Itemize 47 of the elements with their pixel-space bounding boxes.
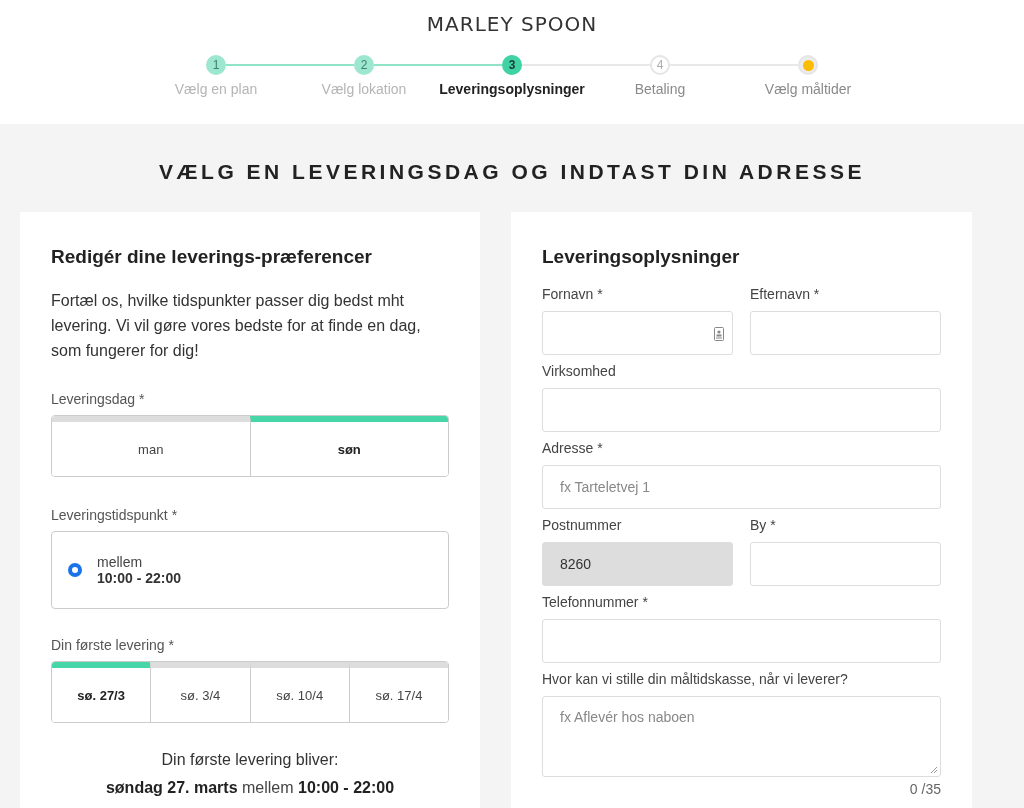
page-title: VÆLG EN LEVERINGSDAG OG INDTAST DIN ADRESSE (158, 160, 866, 184)
step-circle: 2 (354, 55, 374, 75)
contact-card-icon[interactable] (714, 327, 724, 341)
day-option[interactable]: man (52, 416, 250, 476)
input-field[interactable] (542, 388, 941, 432)
summary-title: Din første levering bliver: (160, 751, 340, 769)
input-field[interactable] (750, 542, 941, 586)
time-option[interactable]: mellem 10:00 - 22:00 (51, 531, 449, 609)
step-label: Vælg måltider (764, 81, 852, 97)
input-field[interactable] (542, 311, 733, 355)
field-label: Din første levering * (51, 637, 175, 653)
summary-text: søndag 27. marts mellem 10:00 - 22:00 (104, 779, 396, 797)
step-label: Vælg lokation (321, 81, 407, 97)
time-range: 10:00 - 22:00 (97, 570, 182, 586)
field-label: Postnummer (542, 517, 623, 533)
input-field[interactable] (542, 619, 941, 663)
date-option[interactable]: sø. 17/4 (348, 662, 448, 722)
day-option[interactable]: søn (249, 416, 448, 476)
field-label: Hvor kan vi stille din måltidskasse, når vi leverer? (542, 671, 849, 687)
card-title: Leveringsoplysninger (542, 246, 741, 268)
intro-text: Fortæl os, hvilke tidspunkter passer dig bedst mht levering. Vi vil gøre vores bedste for at finde en dag, som fungerer for dig! (51, 291, 422, 361)
step-circle: 3 (502, 55, 522, 75)
radio-button[interactable] (68, 563, 82, 577)
field-label: By * (750, 517, 777, 533)
card-title: Redigér dine leverings-præferencer (51, 246, 373, 268)
resize-grip-icon[interactable] (930, 766, 938, 774)
input-field[interactable] (750, 311, 941, 355)
step-label: Betaling (634, 81, 686, 97)
character-counter: 0 /35 (908, 781, 941, 797)
step-label: Vælg en plan (174, 81, 258, 97)
step-circle: 4 (650, 55, 670, 75)
field-label: Virksomhed (542, 363, 617, 379)
date-option[interactable]: sø. 27/3 (52, 662, 151, 722)
step-label: Leveringsoplysninger (439, 81, 585, 97)
time-prefix: mellem (97, 554, 144, 570)
field-label: Adresse * (542, 440, 604, 456)
field-label: Leveringstidspunkt * (51, 507, 179, 523)
date-option[interactable]: sø. 10/4 (249, 662, 349, 722)
field-label: Fornavn * (542, 286, 604, 302)
text-area[interactable]: fx Aflevér hos naboen (542, 696, 941, 777)
input-field[interactable]: fx Tarteletvej 1 (542, 465, 941, 509)
field-label: Efternavn * (750, 286, 821, 302)
logo: MARLEY SPOON (426, 12, 598, 38)
step-circle: 1 (206, 55, 226, 75)
field-label: Telefonnummer * (542, 594, 649, 610)
date-option[interactable]: sø. 3/4 (150, 662, 250, 722)
field-label: Leveringsdag * (51, 391, 146, 407)
